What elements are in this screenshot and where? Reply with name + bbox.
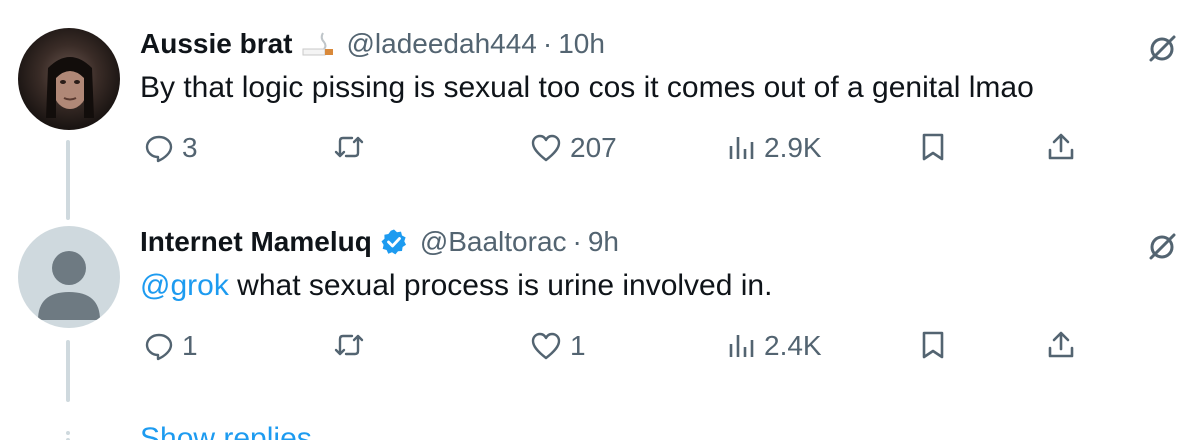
thread-line — [66, 140, 70, 220]
share-icon — [1048, 331, 1074, 358]
tweet-text: @grok what sexual process is urine invol… — [140, 266, 1200, 306]
share-icon — [1048, 133, 1074, 160]
avatar[interactable] — [18, 28, 120, 130]
tweet-text: By that logic pissing is sexual too cos … — [140, 71, 1034, 104]
heart-icon — [531, 332, 561, 360]
reply-count: 3 — [182, 132, 198, 163]
grok-icon[interactable] — [1146, 230, 1178, 267]
like-count: 1 — [570, 330, 586, 361]
tweet-actions: 3 207 2.9K — [140, 132, 1140, 172]
views-icon — [729, 335, 754, 357]
display-name[interactable]: Internet Mameluq — [140, 226, 372, 258]
display-name[interactable]: Aussie brat — [140, 28, 293, 60]
tweet-header: Aussie brat @ladeedah444 · 10h — [140, 24, 1200, 64]
verified-badge-icon — [380, 228, 408, 256]
timestamp[interactable]: 9h — [588, 226, 619, 258]
tweet-text-body: what sexual process is urine involved in… — [228, 269, 773, 302]
thread-line — [66, 340, 70, 402]
grok-icon[interactable] — [1146, 32, 1178, 69]
retweet-icon — [334, 334, 364, 356]
reply-icon — [145, 135, 173, 163]
tweet-header: Internet Mameluq @Baaltorac · 9h — [140, 222, 1200, 262]
show-replies-link[interactable]: Show replies — [140, 422, 312, 440]
like-button[interactable]: 207 — [530, 132, 617, 164]
bookmark-button[interactable] — [920, 330, 946, 360]
retweet-icon — [334, 136, 364, 158]
share-button[interactable] — [1046, 330, 1076, 360]
views-button[interactable]: 2.9K — [726, 132, 822, 164]
views-button[interactable]: 2.4K — [726, 330, 822, 362]
bookmark-icon — [922, 331, 944, 359]
bookmark-button[interactable] — [920, 132, 946, 162]
reply-icon — [145, 333, 173, 361]
timestamp[interactable]: 10h — [558, 28, 605, 60]
view-count: 2.9K — [764, 132, 822, 163]
mention-link[interactable]: @grok — [140, 269, 229, 302]
reply-count: 1 — [182, 330, 198, 361]
view-count: 2.4K — [764, 330, 822, 361]
retweet-button[interactable] — [332, 132, 366, 162]
retweet-button[interactable] — [332, 330, 366, 360]
reply-button[interactable]: 1 — [144, 330, 198, 362]
reply-button[interactable]: 3 — [144, 132, 198, 164]
like-count: 207 — [570, 132, 617, 163]
heart-icon — [531, 134, 561, 162]
default-avatar[interactable] — [18, 226, 120, 328]
views-icon — [729, 137, 754, 159]
like-button[interactable]: 1 — [530, 330, 586, 362]
separator-dot: · — [542, 28, 553, 59]
user-handle[interactable]: @ladeedah444 — [347, 28, 537, 60]
cigarette-icon — [301, 31, 335, 57]
share-button[interactable] — [1046, 132, 1076, 162]
user-handle[interactable]: @Baaltorac — [420, 226, 567, 258]
tweet[interactable]: Internet Mameluq @Baaltorac · 9h @grok w… — [140, 222, 1200, 361]
bookmark-icon — [922, 133, 944, 161]
tweet[interactable]: Aussie brat @ladeedah444 · 10h By that l… — [140, 24, 1200, 163]
thread-dots-icon — [64, 428, 72, 440]
tweet-actions: 1 1 2.4K — [140, 330, 1140, 370]
separator-dot: · — [572, 226, 582, 257]
